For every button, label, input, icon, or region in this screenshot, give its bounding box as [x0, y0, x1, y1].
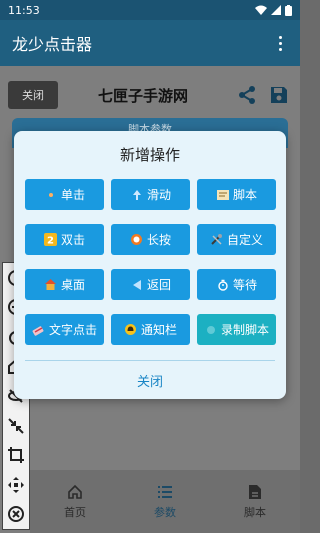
record-icon	[204, 323, 218, 337]
number-2-icon: 2	[44, 233, 58, 247]
home-icon	[68, 484, 82, 499]
script-icon	[216, 188, 230, 202]
action-custom-button[interactable]: 自定义	[197, 224, 276, 255]
timer-icon	[216, 278, 230, 292]
arrow-up-icon	[130, 188, 144, 202]
action-double-tap-button[interactable]: 2 双击	[25, 224, 104, 255]
crop-icon[interactable]	[6, 445, 26, 465]
collapse-icon[interactable]	[6, 416, 26, 436]
back-triangle-icon	[130, 278, 144, 292]
action-script-button[interactable]: 脚本	[197, 179, 276, 210]
dialog-title: 新增操作	[119, 146, 180, 164]
close-circle-icon[interactable]	[6, 504, 26, 524]
document-icon	[249, 484, 261, 499]
add-action-dialog: 新增操作 单击 滑动 脚本 2 双击 长按 自定义 桌面 返回 等待 文字点击 …	[14, 131, 286, 399]
app-bar: 龙少点击器	[0, 20, 300, 66]
text-click-icon	[32, 323, 46, 337]
action-button-grid: 单击 滑动 脚本 2 双击 长按 自定义 桌面 返回 等待 文字点击 通知栏 录…	[25, 179, 276, 345]
ring-icon	[130, 233, 144, 247]
svg-text:2: 2	[48, 236, 55, 247]
bottom-navigation: 首页 参数 脚本	[30, 470, 300, 533]
tools-icon	[210, 233, 224, 247]
nav-script[interactable]: 脚本	[210, 470, 300, 533]
game-toolbar: 关闭 七匣子手游网	[0, 74, 300, 116]
nav-params-label: 参数	[154, 505, 176, 519]
action-long-press-button[interactable]: 长按	[111, 224, 190, 255]
game-name: 七匣子手游网	[97, 86, 188, 105]
dialog-close-button[interactable]: 关闭	[14, 371, 286, 390]
nav-params[interactable]: 参数	[120, 470, 210, 533]
signal-icon	[271, 5, 281, 15]
status-time: 11:53	[8, 3, 40, 17]
action-text-click-button[interactable]: 文字点击	[25, 314, 104, 345]
house-icon	[44, 278, 58, 292]
bell-icon	[124, 323, 138, 337]
close-button[interactable]: 关闭	[8, 81, 58, 109]
dialog-divider	[25, 360, 275, 361]
app-title: 龙少点击器	[12, 35, 93, 54]
action-desktop-button[interactable]: 桌面	[25, 269, 104, 300]
action-swipe-button[interactable]: 滑动	[111, 179, 190, 210]
list-icon	[158, 485, 172, 498]
wifi-icon	[255, 5, 267, 15]
action-notification-button[interactable]: 通知栏	[111, 314, 190, 345]
nav-script-label: 脚本	[244, 505, 266, 519]
nav-home[interactable]: 首页	[30, 470, 120, 533]
action-record-script-button[interactable]: 录制脚本	[197, 314, 276, 345]
move-icon[interactable]	[6, 475, 26, 495]
share-icon[interactable]	[234, 82, 260, 108]
dot-icon	[44, 188, 58, 202]
status-bar: 11:53	[0, 0, 300, 20]
action-tap-button[interactable]: 单击	[25, 179, 104, 210]
battery-icon	[285, 4, 292, 16]
save-icon[interactable]	[266, 82, 292, 108]
status-icons	[255, 4, 292, 16]
action-wait-button[interactable]: 等待	[197, 269, 276, 300]
nav-home-label: 首页	[64, 505, 86, 519]
action-back-button[interactable]: 返回	[111, 269, 190, 300]
overflow-menu-icon[interactable]	[272, 35, 288, 51]
